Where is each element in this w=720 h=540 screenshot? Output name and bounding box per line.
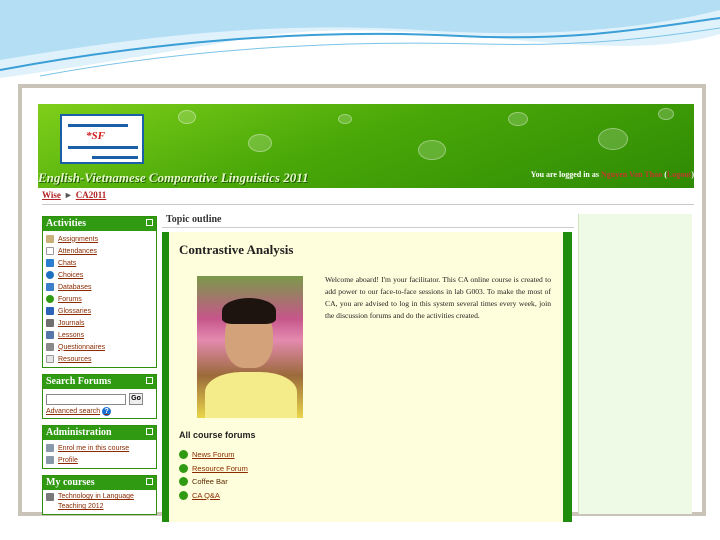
advanced-search-link[interactable]: Advanced search: [46, 408, 100, 415]
course-logo: *SF: [60, 114, 144, 164]
profile-icon: [46, 456, 54, 464]
collapse-icon[interactable]: [146, 428, 153, 435]
enrol-icon: [46, 444, 54, 452]
help-icon[interactable]: ?: [102, 407, 112, 416]
activities-block: Activities Assignments Attendances Chats…: [42, 216, 157, 368]
logout-link[interactable]: Logout: [667, 170, 691, 179]
activity-chats[interactable]: Chats: [46, 257, 153, 269]
collapse-icon[interactable]: [146, 219, 153, 226]
breadcrumb-separator: ►: [63, 190, 73, 200]
choice-icon: [46, 271, 54, 279]
questionnaire-icon: [46, 343, 54, 351]
site-banner: *SF English-Vietnamese Comparative Lingu…: [38, 104, 694, 188]
forum-icon: [179, 450, 188, 460]
journal-icon: [46, 319, 54, 327]
resource-icon: [46, 355, 54, 363]
search-forums-title: Search Forums: [46, 376, 112, 387]
screenshot-frame: *SF English-Vietnamese Comparative Lingu…: [18, 84, 706, 522]
collapse-icon[interactable]: [146, 478, 153, 485]
activities-header: Activities: [43, 217, 156, 231]
facilitator-photo: [197, 276, 303, 418]
course-section: Contrastive Analysis Welcome aboard! I'm…: [162, 232, 572, 522]
user-name-link[interactable]: Nguyen Van Thao: [601, 170, 662, 179]
forum-ca-qa[interactable]: CA Q&A: [179, 489, 248, 503]
search-forums-input[interactable]: [46, 393, 126, 405]
forum-coffee-bar[interactable]: Coffee Bar: [179, 475, 248, 489]
course-item[interactable]: Technology in Language Teaching 2012: [46, 492, 153, 512]
activity-journals[interactable]: Journals: [46, 317, 153, 329]
site-title: English-Vietnamese Comparative Linguisti…: [38, 170, 309, 185]
activity-resources[interactable]: Resources: [46, 353, 153, 365]
right-sidebar: [578, 214, 692, 514]
forum-news[interactable]: News Forum: [179, 448, 248, 462]
welcome-text: Welcome aboard! I'm your facilitator. Th…: [325, 275, 551, 320]
search-go-button[interactable]: Go: [129, 393, 143, 405]
logo-mark: *SF: [86, 130, 105, 142]
section-title: Contrastive Analysis: [179, 242, 294, 257]
breadcrumb-divider: [42, 204, 694, 205]
chat-icon: [46, 259, 54, 267]
breadcrumb-home-link[interactable]: Wise: [42, 190, 61, 200]
my-courses-header: My courses: [43, 476, 156, 490]
course-icon: [46, 493, 54, 501]
breadcrumb: Wise ► CA2011: [42, 190, 106, 200]
collapse-icon[interactable]: [146, 377, 153, 384]
activity-lessons[interactable]: Lessons: [46, 329, 153, 341]
administration-header: Administration: [43, 426, 156, 440]
forum-icon: [179, 477, 188, 487]
slide-wave-decoration: [0, 0, 720, 78]
admin-profile[interactable]: Profile: [46, 454, 153, 466]
activities-title: Activities: [46, 218, 86, 229]
database-icon: [46, 283, 54, 291]
assignment-icon: [46, 235, 54, 243]
all-forums-heading: All course forums: [179, 430, 256, 440]
search-forums-header: Search Forums: [43, 375, 156, 389]
admin-enrol[interactable]: Enrol me in this course: [46, 442, 153, 454]
forum-icon: [179, 463, 188, 473]
my-courses-block: My courses Technology in Language Teachi…: [42, 475, 157, 515]
activity-attendances[interactable]: Attendances: [46, 245, 153, 257]
lesson-icon: [46, 331, 54, 339]
breadcrumb-course-link[interactable]: CA2011: [76, 190, 107, 200]
login-prefix: You are logged in as: [530, 170, 599, 179]
forum-list: News Forum Resource Forum Coffee Bar CA …: [179, 448, 248, 502]
administration-block: Administration Enrol me in this course P…: [42, 425, 157, 469]
activity-questionnaires[interactable]: Questionnaires: [46, 341, 153, 353]
login-info: You are logged in as Nguyen Van Thao (Lo…: [530, 170, 694, 179]
activity-forums[interactable]: Forums: [46, 293, 153, 305]
activity-glossaries[interactable]: Glossaries: [46, 305, 153, 317]
forum-icon: [46, 295, 54, 303]
search-forums-block: Search Forums Go Advanced search?: [42, 374, 157, 419]
attendance-icon: [46, 247, 54, 255]
forum-icon: [179, 490, 188, 500]
main-content: Topic outline Contrastive Analysis Welco…: [162, 214, 574, 522]
topic-outline-heading: Topic outline: [162, 214, 574, 228]
activity-databases[interactable]: Databases: [46, 281, 153, 293]
administration-title: Administration: [46, 427, 112, 438]
activity-assignments[interactable]: Assignments: [46, 233, 153, 245]
glossary-icon: [46, 307, 54, 315]
my-courses-title: My courses: [46, 477, 95, 488]
activity-choices[interactable]: Choices: [46, 269, 153, 281]
forum-resource[interactable]: Resource Forum: [179, 462, 248, 476]
left-sidebar: Activities Assignments Attendances Chats…: [42, 216, 157, 521]
